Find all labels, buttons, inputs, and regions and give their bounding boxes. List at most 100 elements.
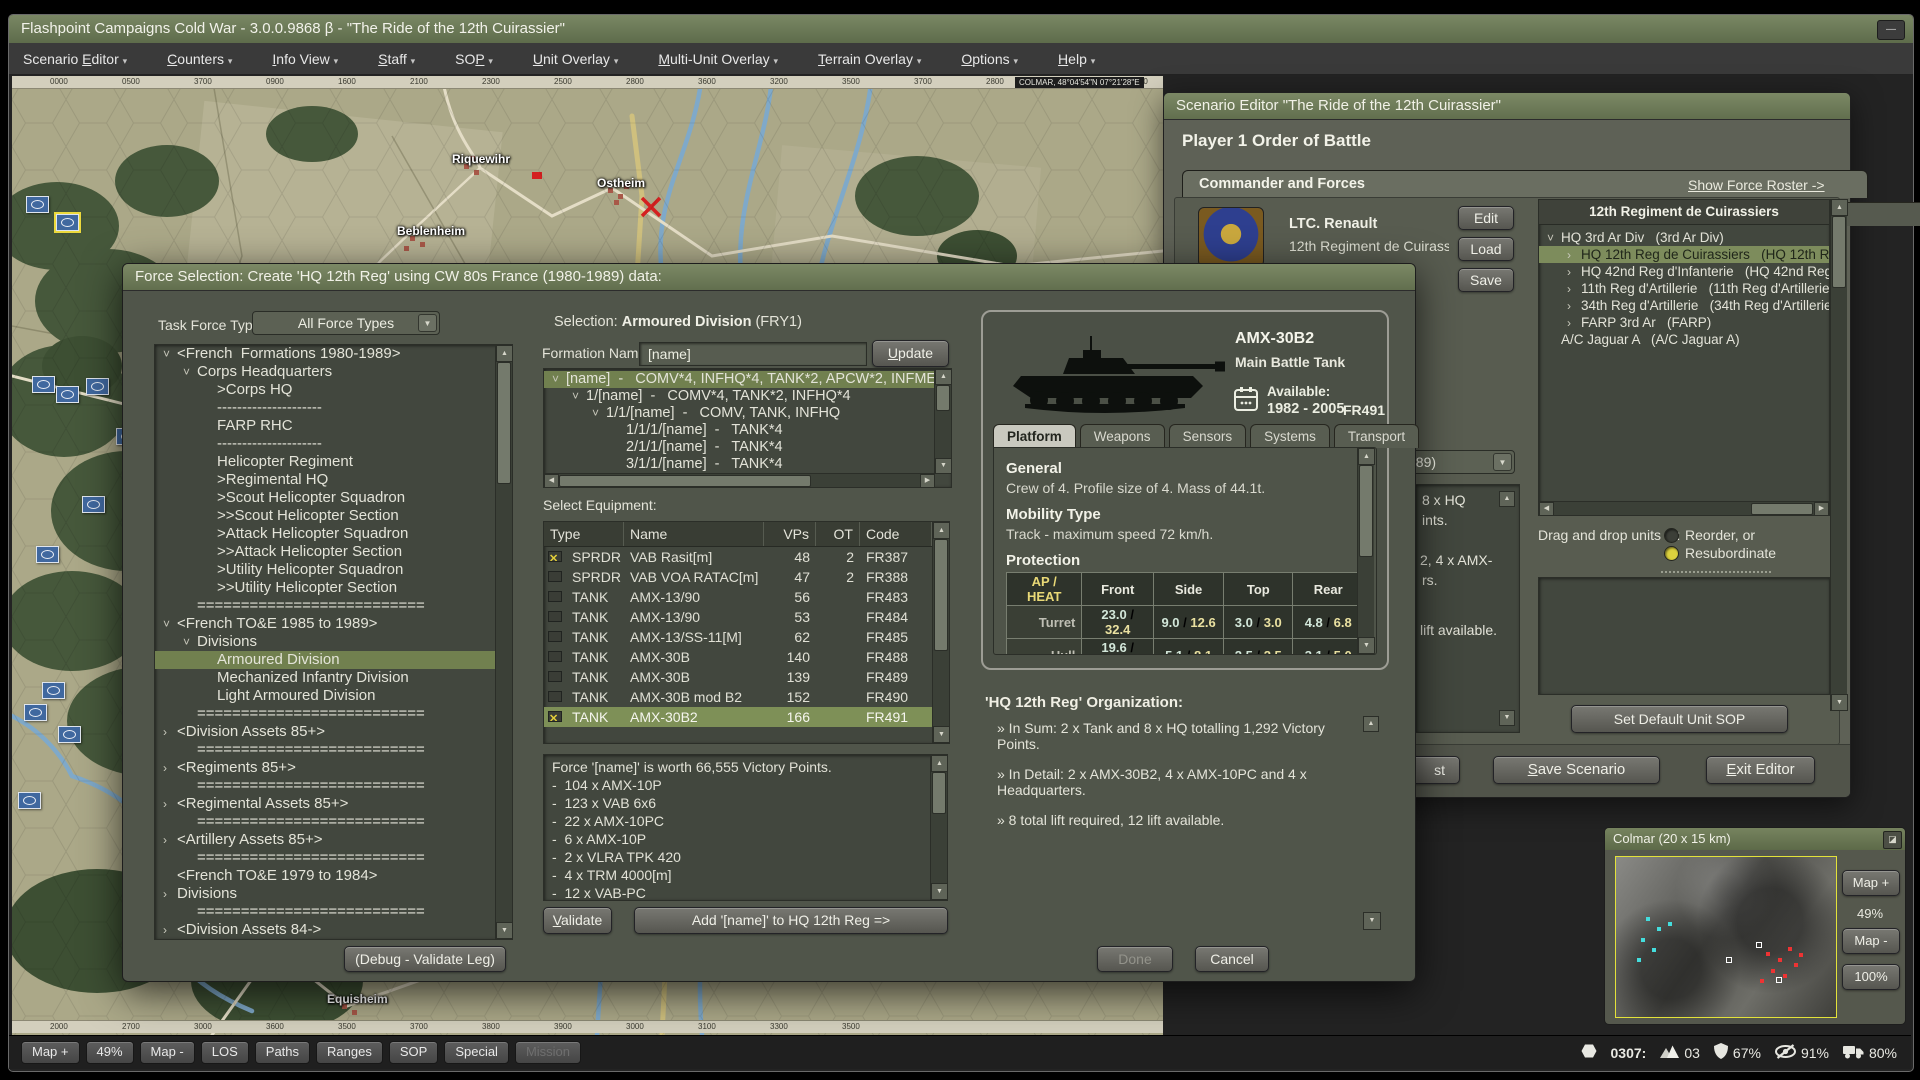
debug-validate-button[interactable]: (Debug - Validate Leg) <box>344 946 506 972</box>
menu-options[interactable]: Options ▾ <box>961 51 1018 67</box>
formation-catalog-tree[interactable]: ˅ <French Formations 1980-1989> ˅ Corps Hea… <box>154 344 513 940</box>
equipment-checkbox[interactable] <box>548 571 562 582</box>
org-scroll-down-icon[interactable]: ▼ <box>1363 912 1381 930</box>
menu-sop[interactable]: SOP ▾ <box>455 51 493 67</box>
tree-row[interactable]: >Regimental HQ <box>155 471 512 489</box>
column-header[interactable]: Type <box>544 522 624 546</box>
chevron-down-icon[interactable]: ▼ <box>418 314 437 332</box>
minimap-image[interactable] <box>1615 856 1837 1018</box>
expander-open-icon[interactable]: ˅ <box>163 345 177 363</box>
tree-row[interactable]: › 11th Reg d'Artillerie (11th Reg d'Artil… <box>1539 280 1829 297</box>
column-header[interactable]: OT <box>816 522 860 546</box>
tab-platform[interactable]: Platform <box>993 424 1076 448</box>
scroll-up-icon[interactable]: ▲ <box>1499 491 1515 507</box>
equipment-row[interactable]: TANK AMX-13/90 56 FR483 <box>544 587 949 607</box>
unit-counter[interactable] <box>36 546 59 563</box>
tree-row[interactable]: >>Utility Helicopter Section <box>155 579 512 597</box>
unit-counter[interactable] <box>26 196 49 213</box>
equipment-row[interactable]: SPRDR VAB VOA RATAC[m] 47 2 FR388 <box>544 567 949 587</box>
equipment-row[interactable]: TANK AMX-30B2 166 FR491 <box>544 707 949 727</box>
minimap-zoom-out-button[interactable]: Map - <box>1842 928 1900 954</box>
menu-terrain-overlay[interactable]: Terrain Overlay ▾ <box>818 51 921 67</box>
reorder-radio[interactable] <box>1664 528 1679 543</box>
tree-row[interactable]: Light Armoured Division <box>155 687 512 705</box>
status-button-map-[interactable]: Map + <box>21 1041 80 1064</box>
unit-drop-area[interactable] <box>1538 577 1830 695</box>
tree-row[interactable]: › 34th Reg d'Artillerie (34th Reg d'Artil… <box>1539 297 1829 314</box>
equipment-row[interactable]: TANK AMX-30B 139 FR489 <box>544 667 949 687</box>
expander-closed-icon[interactable]: › <box>1567 264 1581 280</box>
formation-tree-vscrollbar[interactable]: ▲ ▼ <box>934 369 951 474</box>
tree-row[interactable]: ========================== <box>155 813 512 831</box>
tree-row[interactable]: ========================== <box>155 741 512 759</box>
tree-row[interactable]: ========================== <box>155 849 512 867</box>
column-header[interactable]: Name <box>624 522 764 546</box>
tree-row[interactable]: --------------------- <box>155 435 512 453</box>
equipment-row[interactable]: TANK AMX-13/SS-11[M] 62 FR485 <box>544 627 949 647</box>
expander-open-icon[interactable]: ˅ <box>163 615 177 633</box>
tree-row[interactable]: >>Scout Helicopter Section <box>155 507 512 525</box>
tree-row[interactable]: › <Artillery Assets 85+> <box>155 831 512 849</box>
status-button-map-[interactable]: Map - <box>139 1041 195 1064</box>
occluded-dropdown[interactable]: 989) ▼ <box>1401 450 1515 474</box>
tree-row[interactable]: 3/1/1/[name] - TANK*4 <box>544 456 951 473</box>
tree-row[interactable]: › <Division Assets 84-> <box>155 921 512 939</box>
tree-row[interactable]: Helicopter Regiment <box>155 453 512 471</box>
task-force-type-select[interactable]: All Force Types ▼ <box>252 311 440 335</box>
formation-tree-hscrollbar[interactable]: ◀ ▶ <box>544 473 935 487</box>
oob-vscrollbar[interactable]: ▲ ▼ <box>1830 199 1848 711</box>
tree-row[interactable]: › <Regiments 85+> <box>155 759 512 777</box>
window-minimize-button[interactable]: — <box>1877 20 1905 40</box>
unit-counter[interactable] <box>86 378 109 395</box>
tree-row[interactable]: >Scout Helicopter Squadron <box>155 489 512 507</box>
tree-row[interactable]: ˅ <French Formations 1980-1989> <box>155 345 512 363</box>
chevron-down-icon[interactable]: ▼ <box>1493 453 1512 471</box>
minimap-zoom-100-button[interactable]: 100% <box>1842 964 1900 990</box>
unit-counter[interactable] <box>32 376 55 393</box>
tree-row[interactable]: ========================== <box>155 903 512 921</box>
menu-help[interactable]: Help ▾ <box>1058 51 1095 67</box>
tree-row[interactable]: >Attack Helicopter Squadron <box>155 525 512 543</box>
expander-closed-icon[interactable]: › <box>1567 298 1581 314</box>
expander-closed-icon[interactable]: › <box>163 921 177 939</box>
exit-editor-button[interactable]: Exit Editor <box>1706 756 1815 784</box>
unit-counter[interactable] <box>56 386 79 403</box>
force-tree-hscrollbar[interactable]: ◀ ▶ <box>1539 501 1829 515</box>
expander-closed-icon[interactable]: › <box>1567 315 1581 331</box>
tree-row[interactable]: A/C Jaguar A (A/C Jaguar A) <box>1539 331 1829 348</box>
equipment-checkbox[interactable] <box>548 631 562 642</box>
menu-scenario-editor[interactable]: Scenario Editor ▾ <box>23 51 127 67</box>
scroll-down-icon[interactable]: ▼ <box>1499 710 1515 726</box>
equipment-row[interactable]: SPRDR VAB Rasit[m] 48 2 FR387 <box>544 547 949 567</box>
tab-transport[interactable]: Transport <box>1333 424 1420 448</box>
save-scenario-button[interactable]: Save Scenario <box>1493 756 1660 784</box>
formation-name-input[interactable]: [name] <box>639 342 867 366</box>
expander-open-icon[interactable]: ˅ <box>572 388 586 405</box>
expander-closed-icon[interactable]: › <box>163 723 177 741</box>
tree-row[interactable]: › FARP 3rd Ar (FARP) <box>1539 314 1829 331</box>
tree-row[interactable]: ˅ Divisions <box>155 633 512 651</box>
equipment-row[interactable]: TANK AMX-30B 140 FR488 <box>544 647 949 667</box>
status-button-ranges[interactable]: Ranges <box>316 1041 383 1064</box>
tree-row[interactable]: › <Division Assets 85+> <box>155 723 512 741</box>
tree-row[interactable]: ˅ 1/[name] - COMV*4, TANK*2, INFHQ*4 <box>544 388 951 405</box>
formation-structure-tree[interactable]: ˅ [name] - COMV*4, INFHQ*4, TANK*2, APCW*… <box>543 368 952 488</box>
minimap-zoom-in-button[interactable]: Map + <box>1842 870 1900 896</box>
menu-unit-overlay[interactable]: Unit Overlay ▾ <box>533 51 618 67</box>
expander-closed-icon[interactable]: › <box>163 831 177 849</box>
equipment-checkbox[interactable] <box>548 691 562 702</box>
unit-counter[interactable] <box>58 726 81 743</box>
column-header[interactable]: Code <box>860 522 932 546</box>
expander-closed-icon[interactable]: › <box>1567 281 1581 297</box>
status-button-special[interactable]: Special <box>444 1041 509 1064</box>
status-button-los[interactable]: LOS <box>200 1041 249 1064</box>
status-button-sop[interactable]: SOP <box>388 1041 439 1064</box>
catalog-tree-scrollbar[interactable]: ▲ ▼ <box>495 345 512 939</box>
expander-open-icon[interactable]: ˅ <box>592 405 606 422</box>
edit-commander-button[interactable]: Edit <box>1458 206 1514 230</box>
unit-counter[interactable] <box>82 496 105 513</box>
tree-row[interactable]: ›HQ 42nd Reg d'Infanterie (HQ 42nd Reg d… <box>1539 263 1829 280</box>
status-button-paths[interactable]: Paths <box>254 1041 311 1064</box>
load-commander-button[interactable]: Load <box>1458 237 1514 261</box>
tree-row[interactable]: › <Regimental Assets 85+> <box>155 795 512 813</box>
